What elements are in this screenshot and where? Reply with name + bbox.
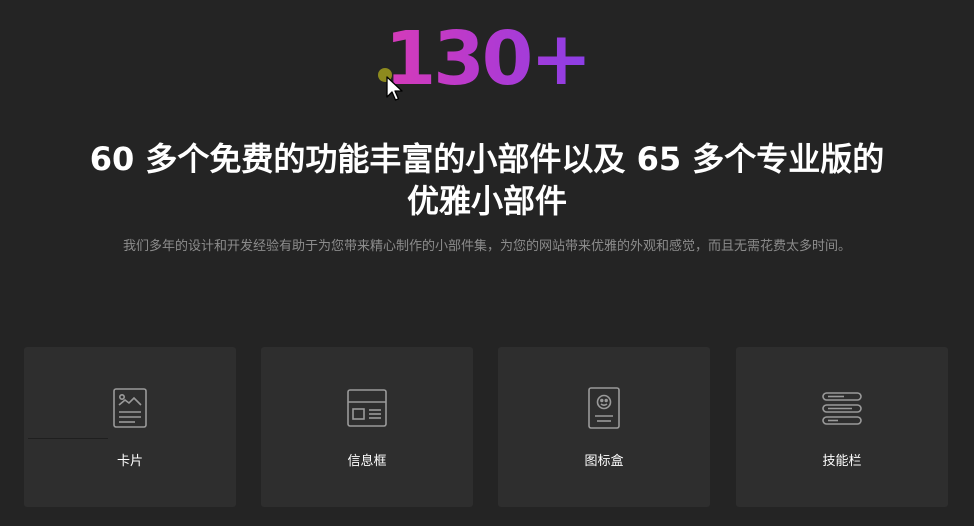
card-label: 信息框 xyxy=(347,454,387,469)
widget-cards: 卡片 信息框 图标盒 技能栏 xyxy=(24,347,948,507)
card-icon xyxy=(113,388,147,428)
icon-box-icon xyxy=(588,387,620,429)
skill-bar-icon xyxy=(822,392,862,425)
card-widget-card[interactable]: 卡片 xyxy=(24,347,236,507)
card-widget-info-box[interactable]: 信息框 xyxy=(261,347,473,507)
counter-heading: 130+ xyxy=(0,22,974,96)
page-headline: 60 多个免费的功能丰富的小部件以及 65 多个专业版的优雅小部件 xyxy=(89,140,885,220)
mouse-cursor-icon xyxy=(386,76,403,101)
info-box-icon xyxy=(347,389,387,427)
page: 130+ 60 多个免费的功能丰富的小部件以及 65 多个专业版的优雅小部件 我… xyxy=(0,0,974,526)
card-label: 卡片 xyxy=(116,454,143,469)
card-label: 技能栏 xyxy=(822,454,862,469)
card-widget-icon-box[interactable]: 图标盒 xyxy=(498,347,710,507)
counter-text: 130+ xyxy=(384,16,592,102)
card-label: 图标盒 xyxy=(584,454,624,469)
divider xyxy=(28,438,108,439)
page-description: 我们多年的设计和开发经验有助于为您带来精心制作的小部件集，为您的网站带来优雅的外… xyxy=(122,239,851,254)
card-widget-skill-bar[interactable]: 技能栏 xyxy=(736,347,948,507)
